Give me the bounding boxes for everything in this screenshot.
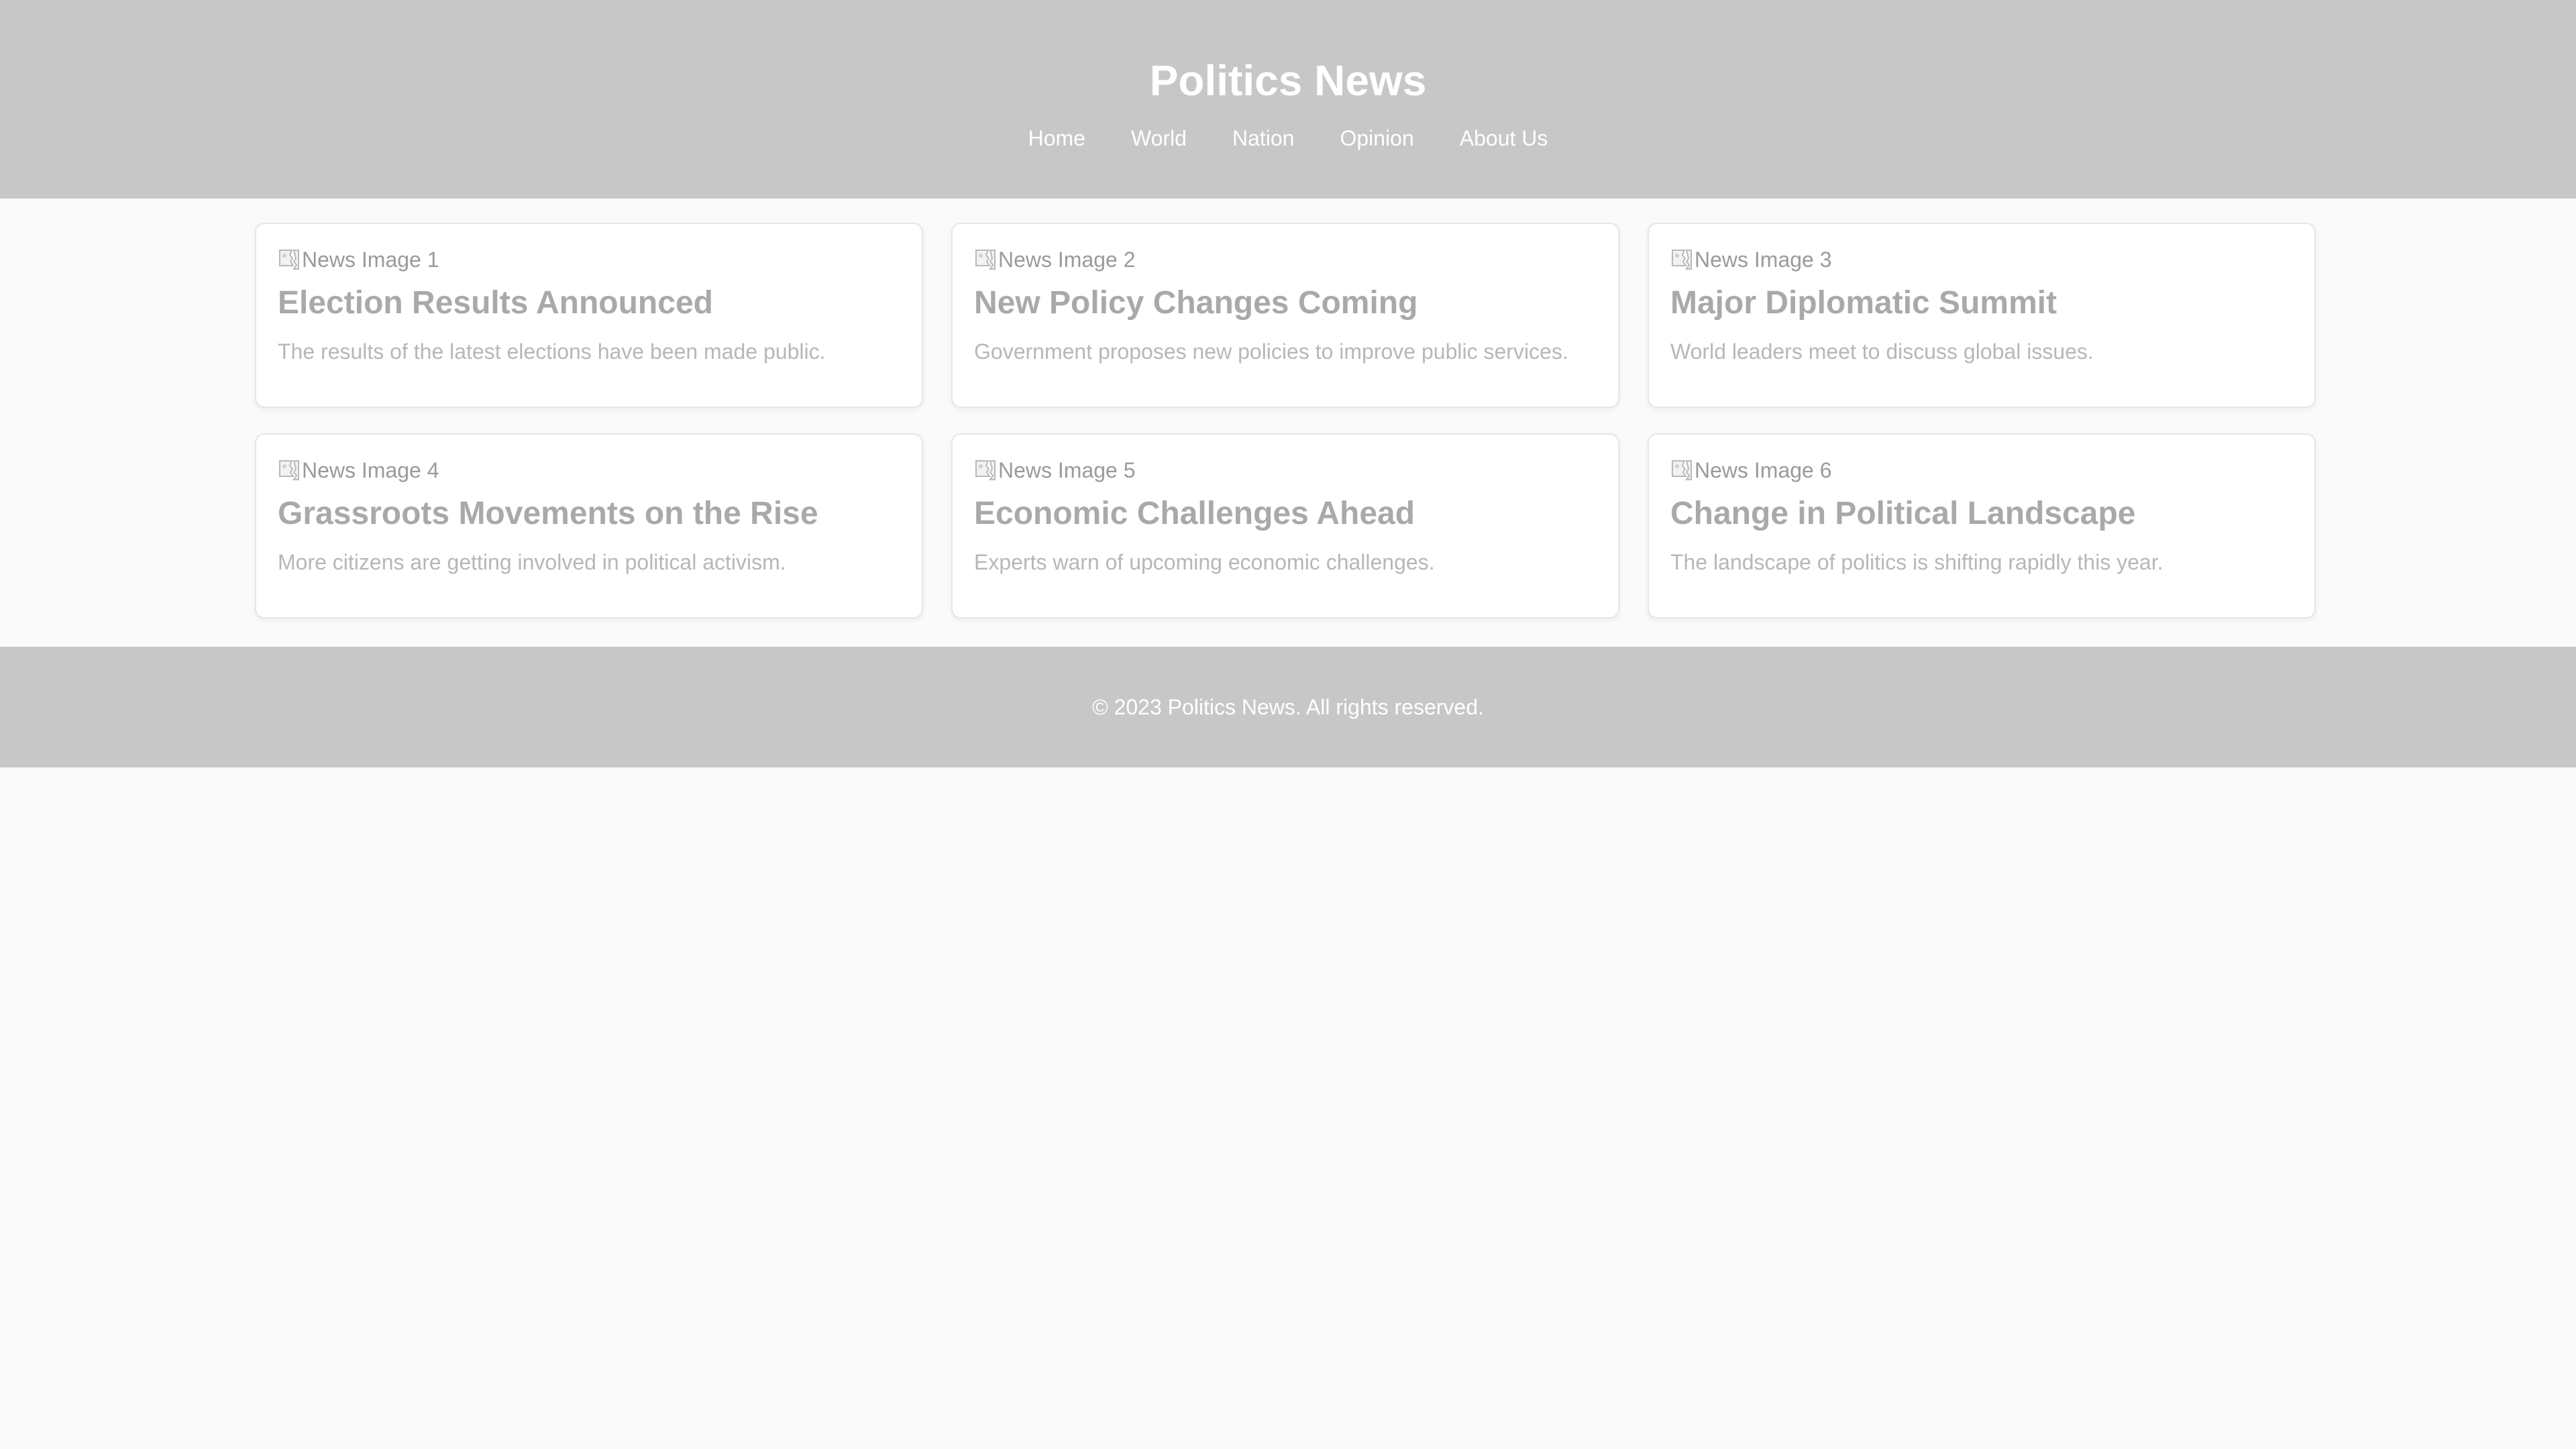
news-description: World leaders meet to discuss global iss…: [1670, 339, 2094, 364]
news-title[interactable]: Grassroots Movements on the Rise: [278, 492, 900, 535]
news-image: News Image 6: [1670, 453, 2293, 487]
news-image-alt: News Image 3: [1695, 248, 1832, 272]
news-description: Government proposes new policies to impr…: [974, 339, 1568, 364]
news-image-alt: News Image 1: [302, 248, 439, 272]
news-image-alt: News Image 6: [1695, 458, 1832, 482]
main-nav: Home World Nation Opinion About Us: [0, 118, 2576, 158]
nav-link-world[interactable]: World: [1131, 118, 1187, 158]
news-card[interactable]: News Image 2 New Policy Changes Coming G…: [951, 223, 1619, 408]
news-card[interactable]: News Image 1 Election Results Announced …: [255, 223, 923, 408]
site-header: Politics News Home World Nation Opinion …: [0, 0, 2576, 199]
news-image: News Image 1: [278, 243, 900, 276]
news-description: More citizens are getting involved in po…: [278, 550, 786, 574]
news-image: News Image 4: [278, 453, 900, 487]
nav-link-home[interactable]: Home: [1028, 118, 1085, 158]
news-title[interactable]: New Policy Changes Coming: [974, 282, 1597, 325]
news-description: The landscape of politics is shifting ra…: [1670, 550, 2163, 574]
news-image-alt: News Image 2: [998, 248, 1136, 272]
news-title[interactable]: Major Diplomatic Summit: [1670, 282, 2293, 325]
news-description: The results of the latest elections have…: [278, 339, 826, 364]
news-grid: News Image 1 Election Results Announced …: [255, 223, 2317, 619]
news-image: News Image 5: [974, 453, 1597, 487]
news-image-alt: News Image 4: [302, 458, 439, 482]
news-card[interactable]: News Image 3 Major Diplomatic Summit Wor…: [1648, 223, 2316, 408]
broken-image-icon: [975, 250, 996, 270]
news-card[interactable]: News Image 5 Economic Challenges Ahead E…: [951, 433, 1619, 619]
site-title: Politics News: [1149, 56, 1427, 105]
broken-image-icon: [1672, 250, 1692, 270]
news-image: News Image 3: [1670, 243, 2293, 276]
news-title[interactable]: Economic Challenges Ahead: [974, 492, 1597, 535]
broken-image-icon: [975, 460, 996, 480]
site-footer: © 2023 Politics News. All rights reserve…: [0, 647, 2576, 767]
news-description: Experts warn of upcoming economic challe…: [974, 550, 1435, 574]
news-title[interactable]: Election Results Announced: [278, 282, 900, 325]
news-title[interactable]: Change in Political Landscape: [1670, 492, 2293, 535]
nav-link-about-us[interactable]: About Us: [1460, 118, 1548, 158]
news-card[interactable]: News Image 6 Change in Political Landsca…: [1648, 433, 2316, 619]
broken-image-icon: [1672, 460, 1692, 480]
nav-link-nation[interactable]: Nation: [1232, 118, 1295, 158]
copyright-text: © 2023 Politics News. All rights reserve…: [1092, 694, 1484, 719]
broken-image-icon: [279, 460, 299, 480]
news-card[interactable]: News Image 4 Grassroots Movements on the…: [255, 433, 923, 619]
news-image-alt: News Image 5: [998, 458, 1136, 482]
broken-image-icon: [279, 250, 299, 270]
news-image: News Image 2: [974, 243, 1597, 276]
nav-link-opinion[interactable]: Opinion: [1340, 118, 1413, 158]
